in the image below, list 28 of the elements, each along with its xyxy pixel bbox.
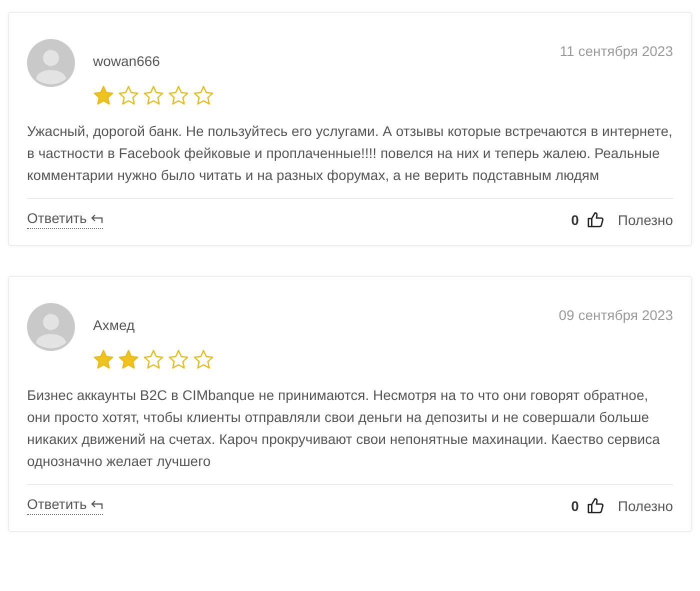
empty-star-icon xyxy=(118,85,139,106)
thumbs-up-icon[interactable] xyxy=(586,497,604,514)
reply-arrow-icon xyxy=(90,498,103,510)
author-name: wowan666 xyxy=(93,53,160,69)
reply-link[interactable]: Ответить xyxy=(27,496,103,515)
empty-star-icon xyxy=(168,349,189,370)
empty-star-icon xyxy=(193,349,214,370)
filled-star-icon xyxy=(93,349,114,370)
avatar-icon xyxy=(27,303,75,351)
author-name: Ахмед xyxy=(93,317,135,333)
reply-arrow-icon xyxy=(90,212,103,224)
filled-star-icon xyxy=(118,349,139,370)
empty-star-icon xyxy=(168,85,189,106)
like-count: 0 xyxy=(571,498,579,514)
review-text: Ужасный, дорогой банк. Не пользуйтесь его услугами. А отзывы которые встречаются в интернете, в частности в Facebook фейковые и проплаченные!!!! повелся на них и теперь жалею. Реальные комментарии нужно было читать и на разных форумах, а не верить подставным людям xyxy=(27,122,673,185)
review-text: Бизнес аккаунты B2C в CIMbanque не принимаются. Несмотря на то что они говорят обратное, они просто хотят, чтобы клиенты отправляли свои деньги на депозиты и не совершали больше никаких движений на счетах. Кароч прокручивают свои непонятные махинации. Каество сервиса однозначно желает лучшего xyxy=(27,386,661,471)
empty-star-icon xyxy=(193,85,214,106)
reply-link[interactable]: Ответить xyxy=(27,210,103,229)
helpful-label[interactable]: Полезно xyxy=(618,498,673,514)
avatar-icon xyxy=(27,39,75,87)
empty-star-icon xyxy=(143,85,164,106)
like-count: 0 xyxy=(571,212,579,228)
helpful-label[interactable]: Полезно xyxy=(618,212,673,228)
review-date: 11 сентября 2023 xyxy=(560,43,673,59)
thumbs-up-icon[interactable] xyxy=(586,211,604,228)
review-date: 09 сентября 2023 xyxy=(558,307,673,323)
filled-star-icon xyxy=(93,85,114,106)
empty-star-icon xyxy=(143,349,164,370)
